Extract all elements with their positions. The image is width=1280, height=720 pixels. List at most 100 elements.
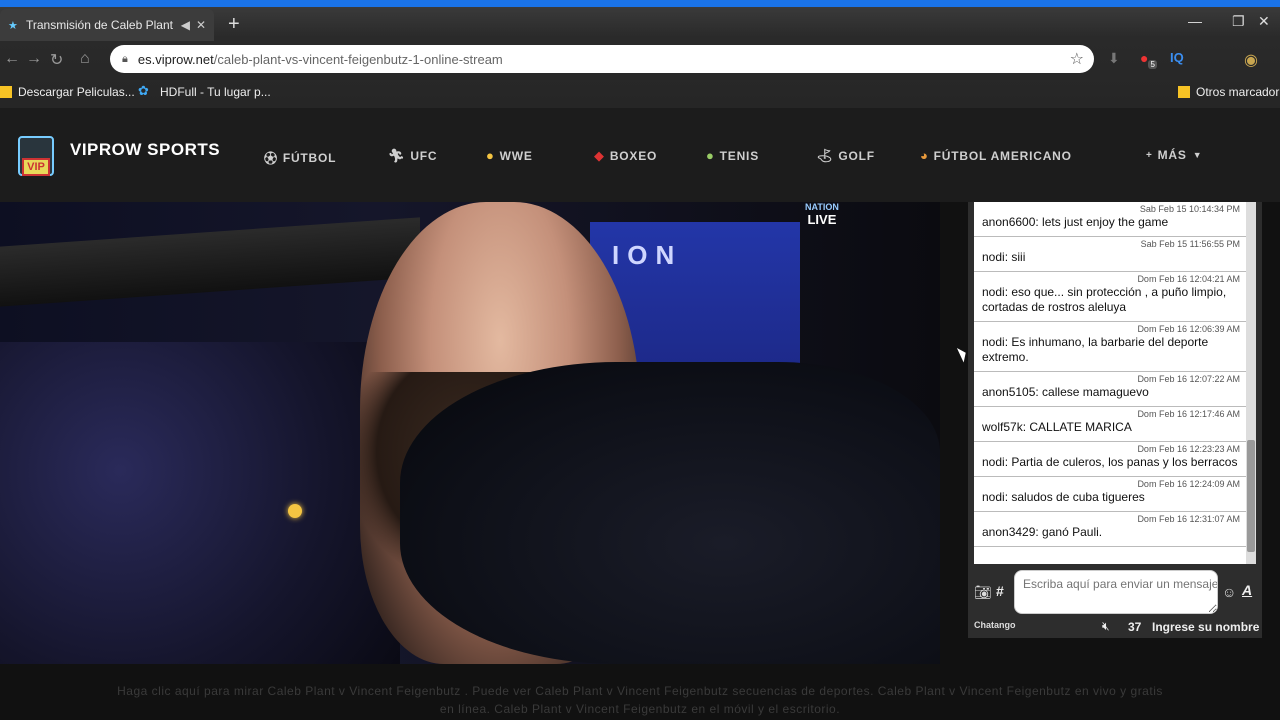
menu-item-ufc[interactable]: 🏃︎ UFC (388, 148, 437, 164)
message-timestamp: Dom Feb 16 12:17:46 AM (1137, 409, 1240, 419)
chat-message: Dom Feb 16 12:24:09 AM nodi: saludos de … (974, 477, 1246, 512)
other-bookmarks[interactable]: Otros marcador (1178, 85, 1279, 99)
message-timestamp: Sab Feb 15 11:56:55 PM (1140, 239, 1240, 249)
message-text: nodi: saludos de cuba tigueres (982, 490, 1145, 504)
chat-message-input[interactable] (1014, 570, 1218, 614)
live-label: LIVE (807, 212, 837, 227)
emoji-icon[interactable]: ☺ (1222, 584, 1236, 600)
football-helmet-icon: ◕ (920, 148, 929, 163)
crowd-background (0, 342, 400, 664)
menu-item-futbol-americano[interactable]: ◕ FÚTBOL AMERICANO (920, 148, 1072, 163)
chat-message: Dom Feb 16 12:07:22 AM anon5105: callese… (974, 372, 1246, 407)
chat-message: Dom Feb 16 12:17:46 AM wolf57k: CALLATE … (974, 407, 1246, 442)
video-player[interactable]: ION NATION LIVE (0, 202, 940, 664)
minimize-icon[interactable]: — (1188, 13, 1202, 29)
menu-label: GOLF (838, 149, 875, 163)
menu-item-futbol[interactable]: ⚽︎ FÚTBOL (264, 148, 336, 167)
chat-message: Dom Feb 16 12:04:21 AM nodi: eso que... … (974, 272, 1246, 322)
soccer-ball-icon: ⚽︎ (264, 151, 278, 166)
extension-red-icon[interactable]: ● 5 (1140, 50, 1157, 69)
extension-badge: 5 (1148, 59, 1157, 69)
description-line: en línea. Caleb Plant v Vincent Feigenbu… (439, 702, 841, 716)
logo-vip-label: VIP (22, 158, 50, 176)
menu-item-golf[interactable]: ⛳︎ GOLF (816, 148, 875, 164)
message-text: nodi: eso que... sin protección , a puño… (982, 285, 1227, 314)
close-window-icon[interactable]: ✕ (1258, 13, 1270, 30)
message-text: anon6600: lets just enjoy the game (982, 215, 1169, 229)
banner-text: ION (612, 240, 683, 270)
forward-arrow-icon[interactable]: → (26, 50, 42, 68)
download-extension-icon[interactable]: ⬇ (1108, 50, 1120, 67)
tennis-racket-icon: ● (706, 148, 715, 163)
network-name: NATION (805, 202, 839, 212)
chat-message: Dom Feb 16 12:31:07 AM anon3429: ganó Pa… (974, 512, 1246, 547)
tab-close-icon[interactable]: ✕ (196, 18, 206, 32)
reload-icon[interactable]: ↻ (50, 50, 63, 70)
chat-message: Sab Feb 15 10:14:34 PM anon6600: lets ju… (974, 202, 1246, 237)
boxing-glove (400, 362, 940, 664)
user-count: 37 (1128, 620, 1142, 634)
menu-item-wwe[interactable]: ● WWE (486, 148, 533, 163)
camera-icon[interactable]: 📷︎ (974, 584, 992, 601)
url-host: es.viprow.net (137, 51, 214, 67)
chat-message: Dom Feb 16 12:06:39 AM nodi: Es inhumano… (974, 322, 1246, 372)
description-line[interactable]: Haga clic aquí para mirar Caleb Plant v … (0, 682, 1280, 700)
menu-label: UFC (410, 149, 438, 163)
scrollbar-thumb[interactable] (1247, 440, 1255, 552)
bookmarks-bar: Descargar Peliculas... ✿ HDFull - Tu lug… (0, 79, 1280, 107)
message-text: anon5105: callese mamaguevo (982, 385, 1149, 399)
fighter-icon: 🏃︎ (388, 148, 406, 163)
hashtag-icon[interactable]: # (996, 583, 1004, 599)
home-icon[interactable]: ⌂ (80, 50, 90, 68)
bookmark-star-icon[interactable]: ☆ (1070, 49, 1084, 69)
site-name[interactable]: VIPROW SPORTS (70, 140, 220, 160)
chevron-down-icon: ▼ (1192, 150, 1203, 160)
chatango-brand[interactable]: Chatango (974, 620, 1016, 630)
tab-bar: ★ Transmisión de Caleb Plant v ◀ ✕ + — ❐… (0, 7, 1280, 41)
arena-light (288, 504, 302, 518)
message-timestamp: Dom Feb 16 12:31:07 AM (1137, 514, 1240, 524)
speaker-mute-icon[interactable]: 🔇︎ (1102, 619, 1110, 634)
chat-scrollbar[interactable] (1246, 202, 1256, 564)
menu-item-boxeo[interactable]: ◆ BOXEO (594, 148, 657, 164)
chat-message: Sab Feb 15 11:56:55 PM nodi: siii (974, 237, 1246, 272)
chat-message-list[interactable]: Sab Feb 15 10:14:34 PM anon6600: lets ju… (974, 202, 1246, 564)
golf-club-icon: ⛳︎ (816, 148, 834, 163)
menu-label: WWE (499, 148, 533, 163)
hdfull-favicon-icon: ✿ (138, 83, 149, 98)
chat-message: Dom Feb 16 12:23:23 AM nodi: Partia de c… (974, 442, 1246, 477)
iq-extension-icon[interactable]: IQ (1170, 50, 1184, 65)
browser-top-strip (0, 0, 1280, 7)
message-timestamp: Dom Feb 16 12:23:23 AM (1137, 444, 1240, 454)
message-timestamp: Dom Feb 16 12:06:39 AM (1137, 324, 1240, 334)
address-bar[interactable]: 🔒︎ es.viprow.net/caleb-plant-vs-vincent-… (110, 45, 1094, 73)
bookmark-item[interactable]: ✿ HDFull - Tu lugar p... (138, 83, 271, 99)
bookmark-item[interactable]: Descargar Peliculas... (0, 85, 135, 99)
message-text: nodi: Partia de culeros, los panas y los… (982, 455, 1238, 469)
boxing-glove-icon: ◆ (594, 148, 605, 163)
menu-label: MÁS (1157, 148, 1187, 162)
menu-item-tenis[interactable]: ● TENIS (706, 148, 759, 163)
lock-icon: 🔒︎ (122, 52, 128, 65)
site-logo[interactable]: VIP (8, 122, 64, 184)
new-tab-button[interactable]: + (228, 13, 240, 36)
message-text: wolf57k: CALLATE MARICA (982, 420, 1132, 434)
menu-label: TENIS (719, 148, 759, 163)
profile-avatar[interactable]: ◉ (1244, 50, 1258, 70)
login-button[interactable]: Ingrese su nombre (1152, 620, 1259, 634)
message-text: nodi: Es inhumano, la barbarie del depor… (982, 335, 1209, 364)
message-text: nodi: siii (982, 250, 1026, 264)
font-style-icon[interactable]: A (1242, 582, 1252, 598)
chat-input-row: 📷︎ # ☺ A (968, 568, 1262, 616)
menu-label: BOXEO (609, 149, 658, 163)
tab-audio-icon[interactable]: ◀ (181, 18, 190, 32)
back-arrow-icon[interactable]: ← (4, 50, 20, 68)
bookmark-folder-icon (1178, 86, 1190, 98)
browser-tab-active[interactable]: ★ Transmisión de Caleb Plant v ◀ ✕ (0, 9, 214, 41)
bookmark-label: HDFull - Tu lugar p... (160, 85, 271, 99)
message-timestamp: Sab Feb 15 10:14:34 PM (1139, 204, 1240, 214)
maximize-icon[interactable]: ❐ (1232, 13, 1245, 30)
bookmark-label: Descargar Peliculas... (18, 85, 135, 99)
network-live-logo: NATION LIVE (805, 202, 839, 227)
menu-item-mas[interactable]: + MÁS ▼ (1146, 148, 1202, 162)
